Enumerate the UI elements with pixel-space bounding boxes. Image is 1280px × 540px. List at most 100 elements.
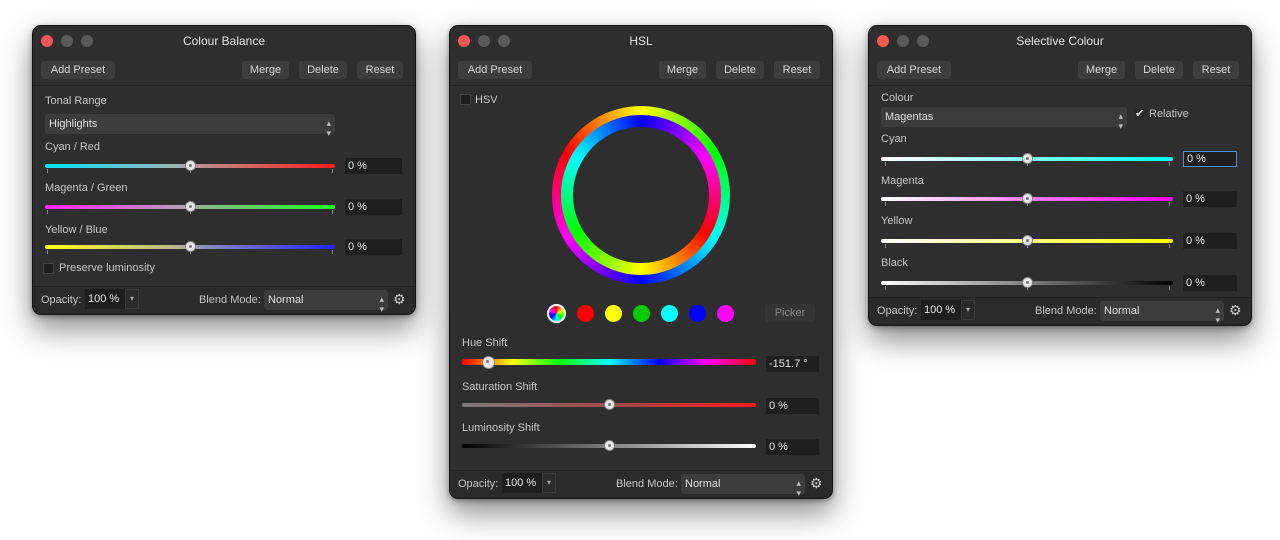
magenta-green-slider-thumb[interactable] [184,201,196,212]
slider-label: Saturation Shift [462,381,538,393]
panel-footer: Opacity: 100 % ▾ Blend Mode: Normal ▴ ▾ ⚙ [450,470,832,498]
gear-icon[interactable]: ⚙ [810,475,823,492]
black-slider-thumb[interactable] [1021,277,1033,288]
yellow-slider-thumb[interactable] [1021,235,1033,246]
hsv-checkbox[interactable] [460,94,471,105]
slider-label: Cyan [881,133,907,145]
panel-footer: Opacity: 100 % ▾ Blend Mode: Normal ▴ ▾ ⚙ [33,286,415,314]
panel-footer: Opacity: 100 % ▾ Blend Mode: Normal ▴ ▾ ⚙ [869,297,1251,325]
colour-label: Colour [881,92,914,104]
selective-colour-panel: Selective Colour Add Preset Merge Delete… [868,25,1252,326]
updown-chevron-icon: ▴ ▾ [326,118,331,138]
magenta-slider-thumb[interactable] [1021,193,1033,204]
slider-tick [47,210,48,214]
reset-button[interactable]: Reset [774,61,820,79]
updown-chevron-icon: ▴ ▾ [796,478,801,498]
hue-shift-slider-thumb[interactable] [481,356,495,369]
slider-tick [885,202,886,206]
green-swatch[interactable] [633,305,650,322]
colour-select-value: Magentas [885,111,934,123]
divider [450,85,832,86]
saturation-shift-value-field[interactable]: 0 % [766,398,819,414]
cyan-slider-thumb[interactable] [1021,153,1033,164]
checkmark-icon: ✔ [1135,108,1145,120]
blue-swatch[interactable] [689,305,706,322]
add-preset-button[interactable]: Add Preset [458,61,532,79]
cyan-value-field[interactable]: 0 % [1183,151,1237,167]
slider-tick [1169,244,1170,248]
picker-button[interactable]: Picker [765,304,815,322]
delete-button[interactable]: Delete [1135,61,1183,79]
master-colour-swatch[interactable] [547,304,566,323]
cyan-swatch[interactable] [661,305,678,322]
yellow-value-field[interactable]: 0 % [1183,233,1237,249]
merge-button[interactable]: Merge [242,61,289,79]
opacity-field[interactable]: 100 % [85,289,127,309]
hue-wheel-center [573,127,709,263]
slider-tick [885,244,886,248]
title-bar[interactable]: Selective Colour [869,26,1251,54]
gear-icon[interactable]: ⚙ [1229,302,1242,319]
blend-mode-select[interactable]: Normal ▴ ▾ [264,290,388,314]
opacity-label: Opacity: [41,294,82,306]
opacity-field[interactable]: 100 % [502,473,544,493]
blend-mode-value: Normal [268,294,304,306]
slider-label: Yellow / Blue [45,224,108,236]
title-bar[interactable]: Colour Balance [33,26,415,54]
slider-label: Black [881,257,908,269]
hue-shift-slider-track[interactable] [462,359,756,365]
magenta-swatch[interactable] [717,305,734,322]
opacity-field[interactable]: 100 % [921,300,963,320]
merge-button[interactable]: Merge [1078,61,1125,79]
opacity-dropdown-button[interactable]: ▾ [125,289,139,309]
slider-label: Yellow [881,215,913,227]
preserve-luminosity-checkbox[interactable] [43,263,54,274]
red-swatch[interactable] [577,305,594,322]
slider-tick [47,250,48,254]
reset-button[interactable]: Reset [357,61,403,79]
hsl-panel: HSL Add Preset Merge Delete Reset HSV Pi… [449,25,833,499]
opacity-dropdown-button[interactable]: ▾ [961,300,975,320]
divider [869,85,1251,86]
preserve-luminosity-label: Preserve luminosity [59,262,155,274]
cyan-red-slider-thumb[interactable] [184,160,196,171]
tonal-range-select[interactable]: Highlights ▴ ▾ [45,114,335,138]
merge-button[interactable]: Merge [659,61,706,79]
add-preset-button[interactable]: Add Preset [41,61,115,79]
opacity-dropdown-button[interactable]: ▾ [542,473,556,493]
slider-tick [1169,286,1170,290]
hue-wheel[interactable] [552,106,730,284]
gear-icon[interactable]: ⚙ [393,291,406,308]
luminosity-shift-value-field[interactable]: 0 % [766,439,819,455]
blend-mode-select[interactable]: Normal ▴ ▾ [681,474,805,498]
delete-button[interactable]: Delete [716,61,764,79]
panel-title: Selective Colour [1016,34,1104,48]
cyan-red-value-field[interactable]: 0 % [345,158,402,174]
magenta-green-value-field[interactable]: 0 % [345,199,402,215]
blend-mode-label: Blend Mode: [1035,305,1097,317]
hue-shift-value-field[interactable]: -151.7 ° [766,356,819,372]
saturation-shift-slider-thumb[interactable] [603,399,615,410]
yellow-swatch[interactable] [605,305,622,322]
luminosity-shift-slider-thumb[interactable] [603,440,615,451]
title-bar[interactable]: HSL [450,26,832,54]
tonal-range-value: Highlights [49,118,98,130]
slider-tick [332,169,333,173]
updown-chevron-icon: ▴ ▾ [1118,111,1123,131]
relative-checkbox[interactable]: ✔ [1134,108,1145,120]
updown-chevron-icon: ▴ ▾ [379,294,384,314]
magenta-value-field[interactable]: 0 % [1183,191,1237,207]
blend-mode-label: Blend Mode: [616,478,678,490]
reset-button[interactable]: Reset [1193,61,1239,79]
delete-button[interactable]: Delete [299,61,347,79]
blend-mode-select[interactable]: Normal ▴ ▾ [1100,301,1224,325]
black-value-field[interactable]: 0 % [1183,275,1237,291]
slider-tick [332,250,333,254]
colour-select[interactable]: Magentas ▴ ▾ [881,107,1127,131]
updown-chevron-icon: ▴ ▾ [1215,305,1220,325]
slider-tick [332,210,333,214]
yellow-blue-value-field[interactable]: 0 % [345,239,402,255]
slider-tick [885,286,886,290]
yellow-blue-slider-thumb[interactable] [184,241,196,252]
add-preset-button[interactable]: Add Preset [877,61,951,79]
